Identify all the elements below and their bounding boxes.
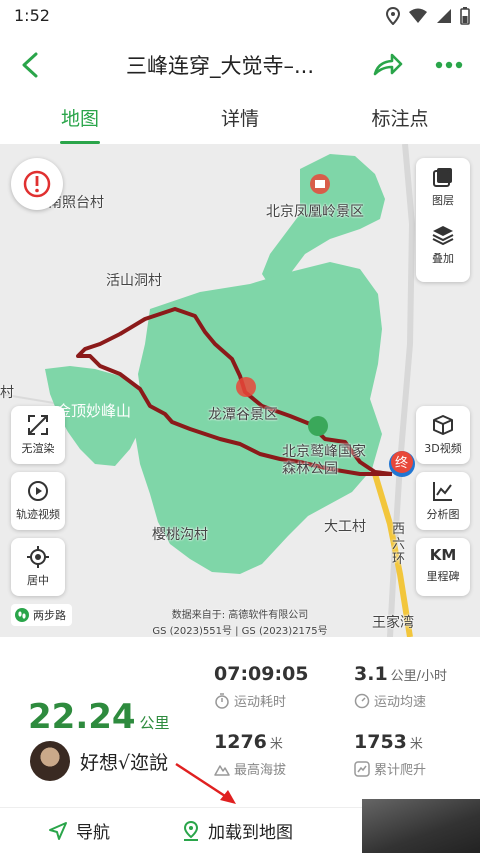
speed-label: 运动均速 bbox=[374, 695, 427, 710]
climb-icon bbox=[354, 760, 370, 777]
load-to-map-button[interactable]: 加载到地图 bbox=[182, 818, 293, 843]
end-marker: 终 bbox=[395, 456, 409, 471]
place-fenghuangling: 北京凤凰岭景区 bbox=[266, 204, 364, 220]
video-3d-button[interactable]: 3D视频 bbox=[416, 406, 470, 464]
map-attribution-2: GS (2023)551号 | GS (2023)2175号 bbox=[152, 626, 328, 637]
stopwatch-icon bbox=[215, 692, 229, 709]
center-label: 居中 bbox=[27, 574, 49, 587]
km-marker-button[interactable]: KM 里程碑 bbox=[416, 538, 470, 596]
altitude-value: 1276 bbox=[214, 731, 267, 753]
km-marker-label: 里程碑 bbox=[426, 570, 460, 583]
stack-icon bbox=[432, 226, 454, 246]
tab-details[interactable]: 详情 bbox=[160, 96, 320, 144]
cube-icon bbox=[433, 415, 453, 435]
status-time: 1:52 bbox=[14, 6, 50, 25]
layers-button[interactable]: 图层 bbox=[416, 166, 470, 208]
center-button[interactable]: 居中 bbox=[11, 538, 65, 596]
map-attribution-1: 数据来自于: 高德软件有限公司 bbox=[171, 610, 309, 621]
share-icon bbox=[373, 53, 403, 76]
user-info[interactable]: 好想√迩說 bbox=[30, 741, 168, 781]
km-icon: KM bbox=[429, 546, 457, 564]
status-icons bbox=[386, 7, 470, 25]
layers-label: 图层 bbox=[432, 194, 454, 207]
overlay-button[interactable]: 叠加 bbox=[416, 224, 470, 266]
speed-unit: 公里/小时 bbox=[390, 669, 448, 684]
alert-icon bbox=[23, 170, 51, 198]
signal-icon bbox=[437, 9, 451, 23]
duration-value: 07:09:05 bbox=[214, 663, 309, 685]
share-button[interactable] bbox=[370, 48, 404, 82]
place-jiufeng: 北京鹫峰国家森林公园 bbox=[282, 444, 366, 477]
no-render-button[interactable]: 无渲染 bbox=[11, 406, 65, 464]
status-bar: 1:52 bbox=[0, 0, 480, 34]
stat-max-altitude: 1276 米 最高海拔 bbox=[214, 731, 286, 778]
distance-number: 22.24 bbox=[28, 697, 136, 737]
top-bar: 三峰连穿_大觉寺–... bbox=[0, 34, 480, 96]
duration-label: 运动耗时 bbox=[234, 695, 287, 710]
tab-markers[interactable]: 标注点 bbox=[320, 96, 480, 144]
map-view[interactable]: 南照台村 北京凤凰岭景区 活山洞村 沟村 金顶妙峰山 龙潭谷景区 北京鹫峰国家森… bbox=[0, 144, 480, 637]
place-yingtao: 樱桃沟村 bbox=[152, 527, 208, 543]
place-huoshan: 活山洞村 bbox=[106, 273, 162, 289]
mountain-icon bbox=[214, 764, 230, 776]
navigate-button[interactable]: 导航 bbox=[48, 818, 110, 843]
altitude-label: 最高海拔 bbox=[234, 763, 287, 778]
layers-icon bbox=[433, 168, 452, 187]
battery-icon bbox=[460, 7, 470, 25]
place-goucun: 沟村 bbox=[0, 385, 14, 401]
video-3d-label: 3D视频 bbox=[424, 442, 462, 455]
track-video-button[interactable]: 轨迹视频 bbox=[11, 472, 65, 530]
navigation-arrow-icon bbox=[49, 821, 67, 840]
avatar[interactable] bbox=[30, 741, 70, 781]
place-ring-road: 西六环 bbox=[392, 522, 406, 567]
play-circle-icon bbox=[28, 481, 48, 501]
stat-total-climb: 1753 米 累计爬升 bbox=[354, 731, 426, 778]
wifi-icon bbox=[409, 8, 427, 23]
corner-thumbnail bbox=[362, 799, 480, 853]
gauge-icon bbox=[354, 693, 370, 708]
map-pin-icon bbox=[183, 820, 199, 841]
place-dagong: 大工村 bbox=[324, 519, 366, 535]
navigate-label: 导航 bbox=[76, 823, 110, 843]
layer-controls: 图层 叠加 bbox=[416, 158, 470, 282]
user-name[interactable]: 好想√迩說 bbox=[80, 748, 168, 775]
stats-panel: 22.24 公里 好想√迩說 07:09:05 运动耗时 3.1 公里/小时 运动均… bbox=[0, 637, 480, 807]
no-render-label: 无渲染 bbox=[21, 442, 55, 455]
analysis-button[interactable]: 分析图 bbox=[416, 472, 470, 530]
analysis-label: 分析图 bbox=[426, 508, 460, 521]
distance-value: 22.24 公里 bbox=[28, 697, 170, 737]
warning-button[interactable] bbox=[11, 158, 63, 210]
climb-unit: 米 bbox=[409, 737, 423, 752]
more-dots-icon bbox=[435, 61, 463, 69]
overlay-label: 叠加 bbox=[432, 252, 454, 265]
place-miaofeng: 金顶妙峰山 bbox=[56, 402, 132, 420]
climb-value: 1753 bbox=[354, 731, 407, 753]
distance-unit: 公里 bbox=[139, 714, 170, 732]
stat-speed: 3.1 公里/小时 运动均速 bbox=[354, 663, 447, 710]
crosshair-icon bbox=[27, 546, 49, 568]
more-button[interactable] bbox=[432, 48, 466, 82]
chevron-left-icon bbox=[22, 52, 38, 78]
tab-bar: 地图 详情 标注点 bbox=[0, 96, 480, 144]
speed-value: 3.1 bbox=[354, 663, 388, 685]
altitude-unit: 米 bbox=[269, 737, 283, 752]
climb-label: 累计爬升 bbox=[374, 763, 427, 778]
location-icon bbox=[386, 7, 400, 25]
line-chart-icon bbox=[433, 482, 452, 501]
place-longtan: 龙潭谷景区 bbox=[208, 407, 278, 423]
page-title: 三峰连穿_大觉寺–... bbox=[125, 54, 315, 78]
stat-duration: 07:09:05 运动耗时 bbox=[214, 663, 309, 710]
track-video-label: 轨迹视频 bbox=[16, 508, 60, 521]
expand-icon bbox=[28, 415, 48, 435]
tab-map[interactable]: 地图 bbox=[0, 96, 160, 144]
load-to-map-label: 加载到地图 bbox=[208, 823, 293, 843]
back-button[interactable] bbox=[14, 48, 48, 82]
